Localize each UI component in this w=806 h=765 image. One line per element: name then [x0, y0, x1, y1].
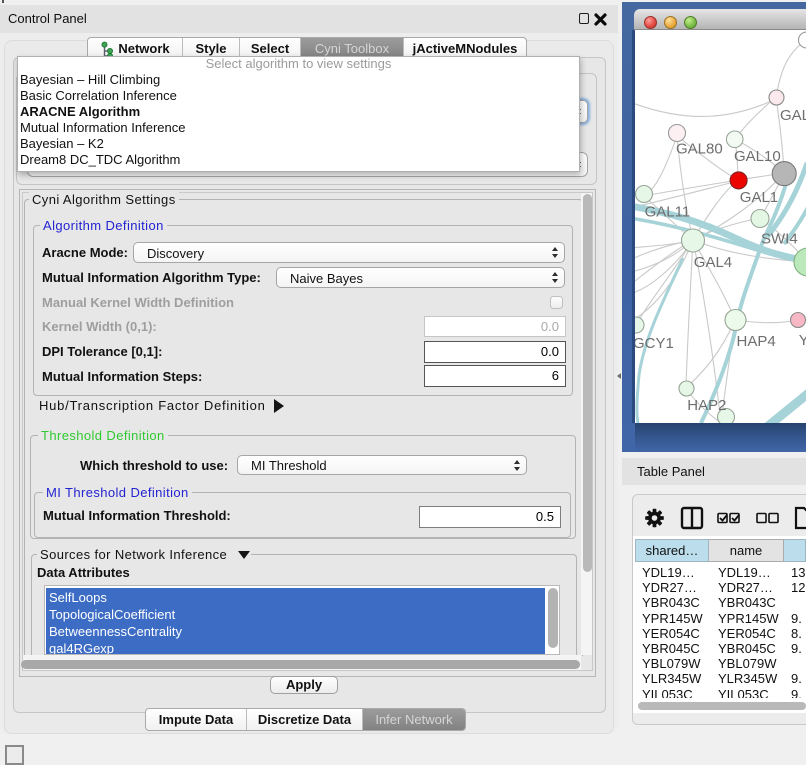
- svg-text:GAL4: GAL4: [694, 254, 732, 271]
- svg-text:GAL11: GAL11: [645, 204, 691, 221]
- svg-text:GAL80: GAL80: [676, 141, 723, 158]
- svg-text:GAL10: GAL10: [734, 148, 781, 165]
- svg-text:GCY1: GCY1: [635, 335, 674, 352]
- svg-text:SWI4: SWI4: [761, 231, 798, 248]
- svg-text:HAP4: HAP4: [737, 333, 776, 350]
- svg-text:YJ: YJ: [799, 332, 806, 349]
- svg-text:GAL7: GAL7: [780, 107, 806, 124]
- svg-text:HAP2: HAP2: [687, 397, 726, 414]
- svg-text:GAL1: GAL1: [740, 189, 778, 206]
